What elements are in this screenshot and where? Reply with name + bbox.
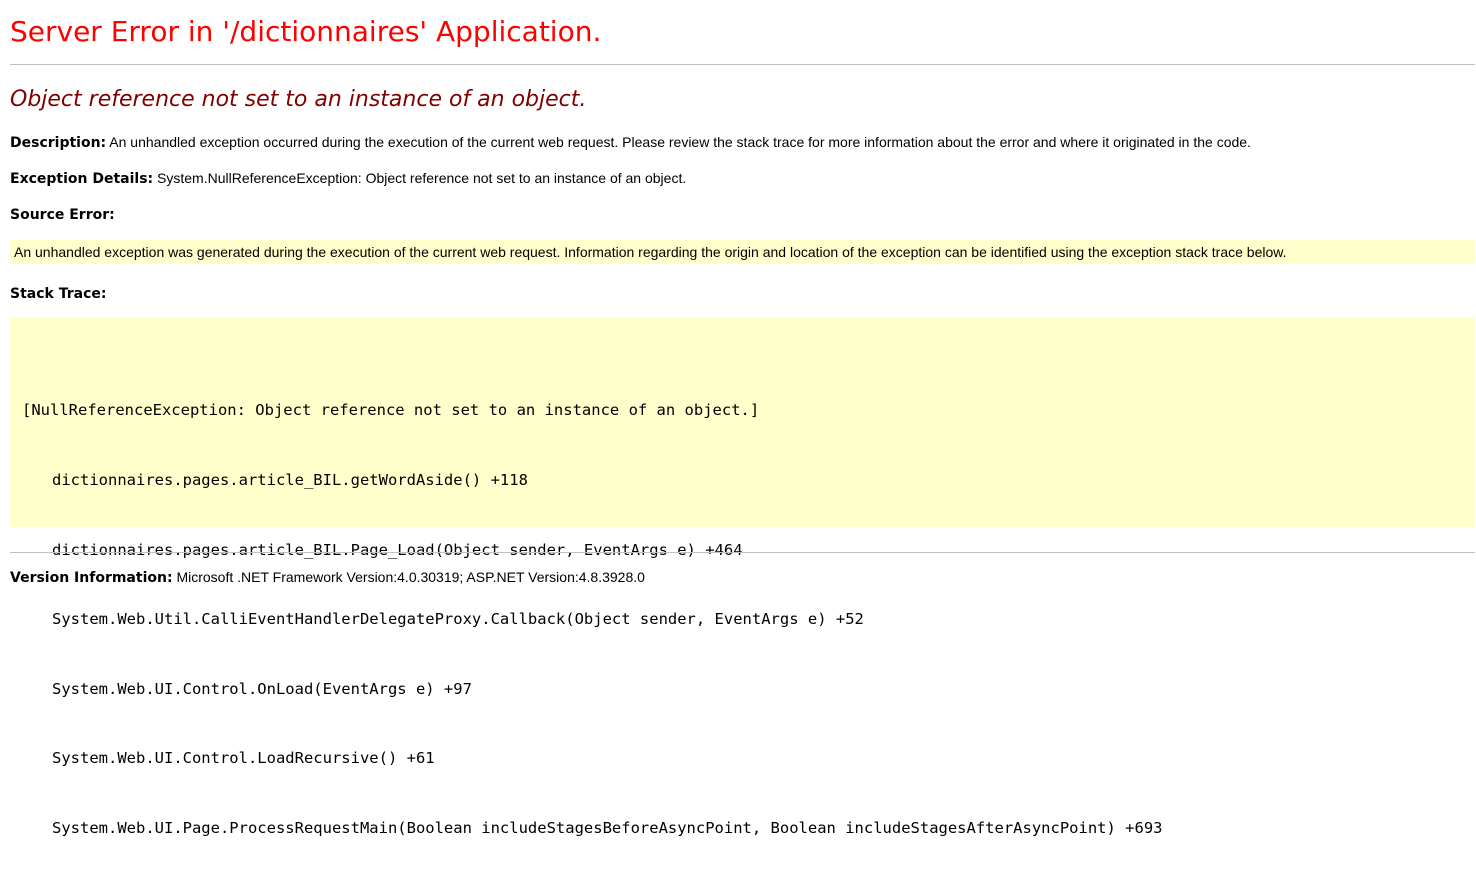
error-message: Object reference not set to an instance … [10,87,587,112]
title-divider [10,64,1475,65]
page-title: Server Error in '/dictionnaires' Applica… [10,15,602,48]
stack-trace-exception-line: [NullReferenceException: Object referenc… [22,401,760,420]
stack-trace-frame: System.Web.Util.CalliEventHandlerDelegat… [52,610,864,629]
description-line: Description: An unhandled exception occu… [10,133,1251,152]
stack-trace-heading: Stack Trace: [10,284,106,303]
source-error-label: Source Error: [10,207,115,223]
exception-details-label: Exception Details: [10,171,154,187]
stack-trace-frame: dictionnaires.pages.article_BIL.getWordA… [52,471,528,490]
version-information-text: Microsoft .NET Framework Version:4.0.303… [176,569,645,585]
stack-trace-list: [NullReferenceException: Object referenc… [22,353,1162,887]
source-error-text: An unhandled exception was generated dur… [14,244,1287,260]
stack-trace-box: [NullReferenceException: Object referenc… [10,318,1475,837]
description-label: Description: [10,135,107,151]
stack-trace-frame: System.Web.UI.Control.LoadRecursive() +6… [52,749,435,768]
source-error-box: An unhandled exception was generated dur… [10,240,1475,264]
exception-details-line: Exception Details: System.NullReferenceE… [10,169,686,188]
exception-details-text: System.NullReferenceException: Object re… [157,170,687,186]
stack-trace-frame: System.Web.UI.Page.ProcessRequestMain(Bo… [52,819,1163,838]
stack-trace-label: Stack Trace: [10,286,107,302]
footer-divider [10,552,1475,553]
source-error-heading: Source Error: [10,205,115,224]
stack-trace-frame: System.Web.UI.Control.OnLoad(EventArgs e… [52,679,472,698]
version-information-line: Version Information: Microsoft .NET Fram… [10,568,645,587]
description-text: An unhandled exception occurred during t… [109,134,1251,150]
version-information-label: Version Information: [10,570,173,586]
stack-trace-frame: dictionnaires.pages.article_BIL.Page_Loa… [52,540,743,559]
